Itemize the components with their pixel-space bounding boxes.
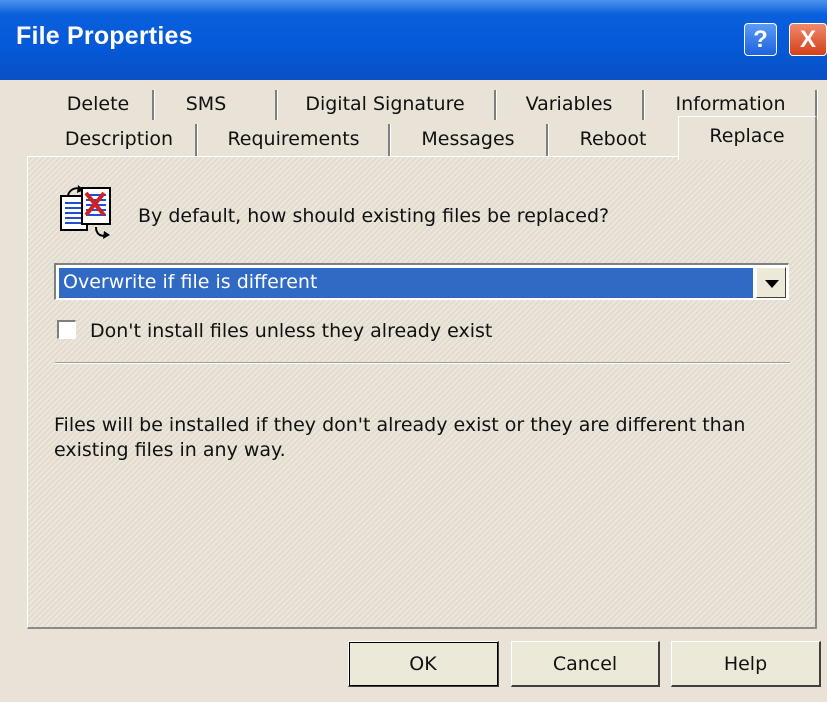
cancel-button[interactable]: Cancel <box>511 641 660 687</box>
file-properties-dialog: File Properties ? X Delete SMS Digital S… <box>0 0 827 702</box>
title-bar[interactable]: File Properties ? X <box>0 0 827 80</box>
tab-digital-signature[interactable]: Digital Signature <box>280 92 490 124</box>
replace-question-label: By default, how should existing files be… <box>138 205 610 227</box>
install-only-existing-checkbox[interactable] <box>57 320 76 339</box>
tab-separator <box>546 124 548 156</box>
help-icon[interactable]: ? <box>744 23 777 56</box>
tab-delete[interactable]: Delete <box>48 92 148 124</box>
dropdown-selected-value[interactable]: Overwrite if file is different <box>59 268 753 298</box>
divider <box>55 362 790 364</box>
help-button[interactable]: Help <box>671 641 821 687</box>
tab-variables[interactable]: Variables <box>500 92 638 124</box>
replace-mode-dropdown[interactable]: Overwrite if file is different <box>54 263 789 300</box>
chevron-down-icon[interactable] <box>756 267 786 298</box>
tab-description[interactable]: Description <box>44 124 194 156</box>
replace-description-text: Files will be installed if they don't al… <box>54 414 746 461</box>
tab-separator <box>494 90 496 120</box>
tab-sms[interactable]: SMS <box>158 92 254 124</box>
tab-separator <box>195 124 197 156</box>
tab-replace[interactable]: Replace <box>678 116 817 160</box>
tab-reboot[interactable]: Reboot <box>552 124 674 156</box>
tab-separator <box>275 90 277 120</box>
tab-messages[interactable]: Messages <box>394 124 542 156</box>
close-icon[interactable]: X <box>789 23 827 56</box>
tab-separator <box>152 90 154 120</box>
tab-separator <box>388 124 390 156</box>
ok-button[interactable]: OK <box>348 641 499 687</box>
install-only-existing-label[interactable]: Don't install files unless they already … <box>90 320 492 342</box>
replace-files-icon <box>60 185 111 239</box>
tab-requirements[interactable]: Requirements <box>202 124 385 156</box>
tab-separator <box>642 90 644 120</box>
window-title: File Properties <box>16 22 193 50</box>
